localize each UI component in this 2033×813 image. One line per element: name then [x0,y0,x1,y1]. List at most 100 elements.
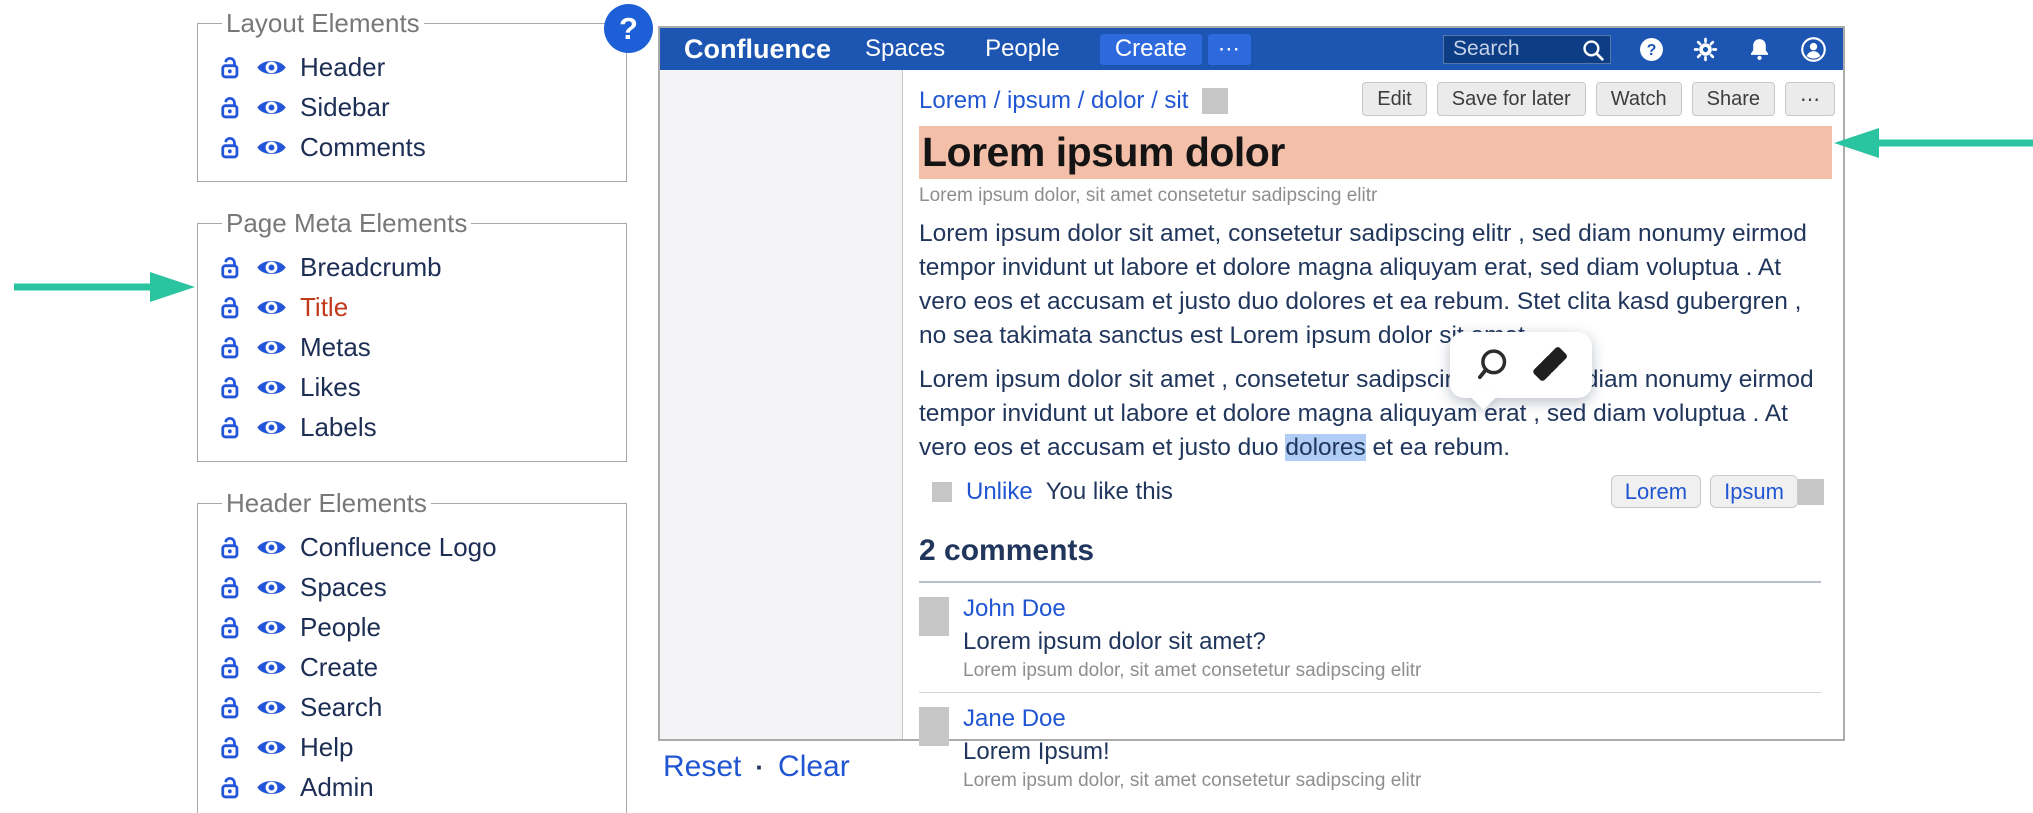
eye-visible-icon[interactable] [256,56,287,79]
group-layout-elements: Layout Elements Header Sidebar Comments [197,8,627,182]
eye-visible-icon[interactable] [256,416,287,439]
element-label: Sidebar [300,92,390,123]
lock-open-icon[interactable] [216,694,243,721]
element-row-title-highlighted[interactable]: Title [216,287,614,327]
element-label-highlighted: Title [300,292,348,323]
text-selection-popup [1450,332,1592,398]
label-ipsum-button[interactable]: Ipsum [1710,475,1798,508]
element-row-metas[interactable]: Metas [216,327,614,367]
element-row-breadcrumb[interactable]: Breadcrumb [216,247,614,287]
lock-open-icon[interactable] [216,574,243,601]
lock-open-icon[interactable] [216,534,243,561]
label-lorem-button[interactable]: Lorem [1611,475,1701,508]
search-icon[interactable] [1581,38,1606,63]
eye-visible-icon[interactable] [256,376,287,399]
element-row-likes[interactable]: Likes [216,367,614,407]
jira-icon[interactable] [1531,347,1568,384]
lock-open-icon[interactable] [216,334,243,361]
comment-author-link[interactable]: John Doe [963,595,1821,623]
element-row-comments[interactable]: Comments [216,127,614,167]
more-actions-button[interactable]: ⋯ [1785,82,1835,116]
eye-visible-icon[interactable] [256,576,287,599]
lock-open-icon[interactable] [216,54,243,81]
notifications-bell-icon[interactable] [1746,36,1773,63]
lock-open-icon[interactable] [216,294,243,321]
element-row-create[interactable]: Create [216,647,614,687]
eye-visible-icon[interactable] [256,96,287,119]
page-action-buttons: Edit Save for later Watch Share ⋯ [1362,82,1835,116]
element-row-people[interactable]: People [216,607,614,647]
eye-visible-icon[interactable] [256,696,287,719]
confluence-appbar: Confluence Spaces People Create ⋯ ? [660,28,1843,70]
reset-link[interactable]: Reset [663,750,741,784]
appbar-spaces-link[interactable]: Spaces [865,35,945,63]
element-row-help[interactable]: Help [216,727,614,767]
eye-visible-icon[interactable] [256,336,287,359]
element-row-admin[interactable]: Admin [216,767,614,807]
element-row-spaces[interactable]: Spaces [216,567,614,607]
eye-visible-icon[interactable] [256,736,287,759]
separator-dot: · [755,752,764,783]
lock-open-icon[interactable] [216,254,243,281]
create-button[interactable]: Create [1100,34,1202,65]
lock-open-icon[interactable] [216,94,243,121]
page-byline: Lorem ipsum dolor, sit amet consetetur s… [919,185,1821,207]
profile-avatar-icon[interactable] [1800,36,1827,63]
confluence-logo[interactable]: Confluence [684,34,831,65]
annotation-arrow-to-title-item [12,270,197,304]
page-title-highlight-band: Lorem ipsum dolor [919,126,1832,179]
breadcrumb[interactable]: Lorem / ipsum / dolor / sit [919,87,1188,115]
breadcrumb-placeholder-square [1202,88,1228,114]
page-title: Lorem ipsum dolor [919,129,1285,176]
eye-visible-icon[interactable] [256,616,287,639]
unlike-link[interactable]: Unlike [966,478,1033,506]
lock-open-icon[interactable] [216,374,243,401]
eye-visible-icon[interactable] [256,656,287,679]
clear-link[interactable]: Clear [778,750,850,784]
like-icon-placeholder-square [932,482,952,502]
element-label: Comments [300,132,426,163]
element-row-labels[interactable]: Labels [216,407,614,447]
appbar-people-link[interactable]: People [985,35,1060,63]
element-label: Metas [300,332,371,363]
eye-visible-icon[interactable] [256,136,287,159]
help-badge-icon[interactable]: ? [604,4,653,53]
appbar-more-button[interactable]: ⋯ [1208,34,1251,65]
comments-heading: 2 comments [919,534,1821,568]
share-button[interactable]: Share [1692,82,1775,116]
watch-button[interactable]: Watch [1596,82,1682,116]
element-label: Labels [300,412,377,443]
labels-placeholder-square [1798,479,1824,505]
lock-open-icon[interactable] [216,134,243,161]
comment-author-link[interactable]: Jane Doe [963,705,1821,733]
element-label: Breadcrumb [300,252,442,283]
lock-open-icon[interactable] [216,654,243,681]
element-row-confluence-logo[interactable]: Confluence Logo [216,527,614,567]
eye-visible-icon[interactable] [256,256,287,279]
element-row-sidebar[interactable]: Sidebar [216,87,614,127]
page-content: Lorem / ipsum / dolor / sit Edit Save fo… [919,70,1821,739]
help-circle-icon[interactable]: ? [1638,36,1665,63]
lock-open-icon[interactable] [216,734,243,761]
eye-visible-icon[interactable] [256,776,287,799]
save-for-later-button[interactable]: Save for later [1437,82,1586,116]
selected-text: dolores [1285,434,1365,461]
element-label: Help [300,732,353,763]
eye-visible-icon[interactable] [256,296,287,319]
lock-open-icon[interactable] [216,414,243,441]
gear-icon[interactable] [1692,36,1719,63]
lock-open-icon[interactable] [216,614,243,641]
lock-open-icon[interactable] [216,774,243,801]
edit-button[interactable]: Edit [1362,82,1426,116]
element-row-header[interactable]: Header [216,47,614,87]
confluence-preview-panel: Confluence Spaces People Create ⋯ ? Lore… [658,26,1845,741]
comment-text: Lorem Ipsum! [963,738,1821,766]
element-row-notifications[interactable]: Notifications [216,807,614,813]
element-inspector-panel: Layout Elements Header Sidebar Comments … [197,8,627,813]
svg-text:?: ? [1647,42,1657,59]
appbar-search [1443,35,1611,64]
element-row-search[interactable]: Search [216,687,614,727]
like-status-text: You like this [1046,478,1173,506]
search-selection-icon[interactable] [1474,348,1509,383]
eye-visible-icon[interactable] [256,536,287,559]
